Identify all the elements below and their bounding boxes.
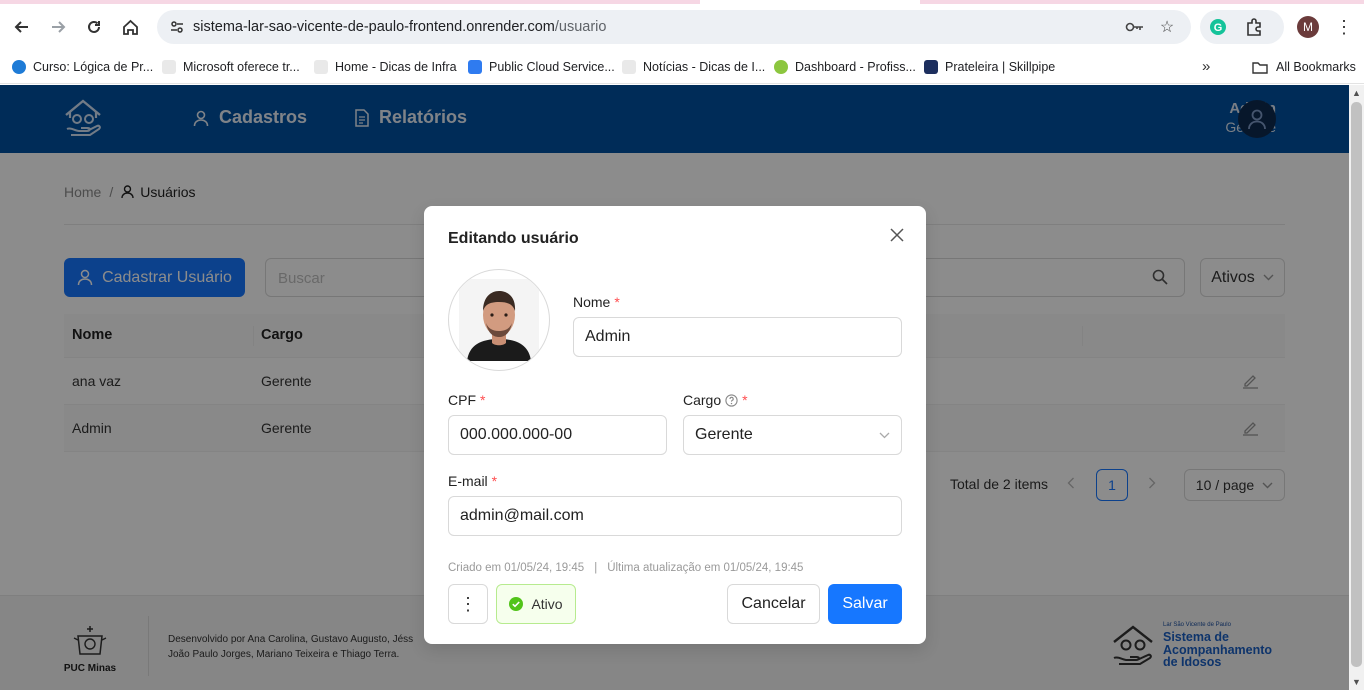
site-info-icon[interactable] (165, 15, 189, 39)
chevron-down-icon (879, 432, 890, 438)
scrollbar-thumb[interactable] (1351, 102, 1362, 667)
more-bookmarks-icon[interactable]: » (1202, 58, 1210, 75)
bookmark-favicon-icon (12, 60, 26, 74)
address-bar[interactable]: sistema-lar-sao-vicente-de-paulo-fronten… (157, 10, 1191, 44)
bookmark-item[interactable]: Home - Dicas de Infra (314, 56, 457, 78)
bookmark-favicon-icon (314, 60, 328, 74)
nome-value: Admin (585, 328, 631, 345)
cpf-label: CPF * (448, 392, 485, 408)
bookmark-favicon-icon (774, 60, 788, 74)
extensions-group: G (1200, 10, 1284, 44)
tab-strip-accent (920, 0, 1364, 4)
email-label: E-mail * (448, 473, 497, 489)
bookmark-favicon-icon (924, 60, 938, 74)
nome-input[interactable]: Admin (573, 317, 902, 357)
reload-icon[interactable] (81, 14, 107, 40)
nome-label: Nome * (573, 294, 620, 310)
bookmark-favicon-icon (622, 60, 636, 74)
bookmark-label: Notícias - Dicas de I... (643, 60, 766, 74)
required-mark: * (614, 294, 620, 310)
updated-at-text: Última atualização em 01/05/24, 19:45 (607, 562, 804, 574)
tab-strip-accent (0, 0, 700, 4)
bookmark-label: Microsoft oferece tr... (183, 60, 300, 74)
extensions-puzzle-icon[interactable] (1244, 17, 1264, 37)
cpf-label-text: CPF (448, 392, 476, 408)
all-bookmarks-label: All Bookmarks (1276, 60, 1356, 74)
bookmark-label: Public Cloud Service... (489, 60, 615, 74)
check-circle-icon (509, 597, 524, 611)
cancel-button[interactable]: Cancelar (727, 584, 820, 624)
more-vertical-icon: ⋮ (459, 593, 477, 614)
save-button[interactable]: Salvar (828, 584, 902, 624)
page-scrollbar[interactable]: ▲ ▼ (1349, 85, 1364, 690)
browser-toolbar: sistema-lar-sao-vicente-de-paulo-fronten… (0, 0, 1364, 54)
svg-text:G: G (1214, 22, 1223, 34)
status-active-toggle[interactable]: Ativo (496, 584, 576, 624)
meta-separator: | (594, 562, 598, 574)
required-mark: * (742, 392, 748, 408)
required-mark: * (491, 473, 498, 489)
bookmark-item[interactable]: Prateleira | Skillpipe (924, 56, 1055, 78)
cargo-select[interactable]: Gerente (683, 415, 902, 455)
forward-icon[interactable] (45, 14, 71, 40)
bookmark-item[interactable]: Notícias - Dicas de I... (622, 56, 765, 78)
browser-menu-icon[interactable]: ⋮ (1334, 14, 1354, 40)
url-path: /usuario (554, 19, 607, 35)
bookmarks-bar: Curso: Lógica de Pr... Microsoft oferece… (0, 54, 1364, 84)
bookmark-star-icon[interactable]: ☆ (1157, 17, 1177, 37)
status-label: Ativo (531, 596, 563, 612)
created-at-text: Criado em 01/05/24, 19:45 (448, 562, 585, 574)
email-field[interactable]: admin@mail.com (448, 496, 902, 536)
url-host: sistema-lar-sao-vicente-de-paulo-fronten… (193, 19, 555, 35)
bookmark-item[interactable]: Dashboard - Profiss... (774, 56, 916, 78)
user-photo-image (459, 279, 539, 361)
cloud-favicon-icon (468, 60, 482, 74)
bookmark-item[interactable]: Microsoft oferece tr... (162, 56, 300, 78)
bookmark-favicon-icon (162, 60, 176, 74)
nome-label-text: Nome (573, 294, 611, 310)
cpf-input[interactable]: 000.000.000-00 (448, 415, 667, 455)
bookmark-label: Home - Dicas de Infra (335, 60, 457, 74)
cargo-label: Cargo * (683, 392, 748, 408)
scroll-up-icon[interactable]: ▲ (1352, 88, 1361, 98)
scroll-down-icon[interactable]: ▼ (1352, 677, 1361, 687)
record-meta: Criado em 01/05/24, 19:45 | Última atualiz… (448, 562, 803, 574)
bookmark-item[interactable]: Curso: Lógica de Pr... (12, 56, 153, 78)
back-icon[interactable] (9, 14, 35, 40)
modal-title: Editando usuário (448, 230, 579, 247)
email-value: admin@mail.com (460, 507, 584, 524)
edit-user-modal: Editando usuário Nome * Admin CPF * 000.00… (424, 206, 926, 644)
help-circle-icon[interactable] (725, 393, 738, 407)
grammarly-extension-icon[interactable]: G (1208, 17, 1228, 37)
home-icon[interactable] (117, 14, 143, 40)
bookmark-label: Prateleira | Skillpipe (945, 60, 1056, 74)
email-label-text: E-mail (448, 473, 488, 489)
bookmark-item[interactable]: Public Cloud Service... (468, 56, 615, 78)
close-icon[interactable] (886, 224, 908, 246)
cpf-value: 000.000.000-00 (460, 426, 573, 443)
cargo-label-text: Cargo (683, 392, 722, 408)
cargo-value: Gerente (695, 426, 753, 443)
profile-avatar[interactable]: M (1297, 16, 1319, 38)
bookmark-label: Dashboard - Profiss... (795, 60, 916, 74)
more-options-button[interactable]: ⋮ (448, 584, 488, 624)
required-mark: * (480, 392, 486, 408)
bookmark-label: Curso: Lógica de Pr... (33, 60, 154, 74)
folder-icon (1252, 61, 1268, 74)
password-key-icon[interactable] (1125, 17, 1145, 37)
user-photo[interactable] (448, 269, 550, 371)
url-text: sistema-lar-sao-vicente-de-paulo-fronten… (193, 19, 606, 35)
all-bookmarks-button[interactable]: All Bookmarks (1252, 56, 1356, 78)
